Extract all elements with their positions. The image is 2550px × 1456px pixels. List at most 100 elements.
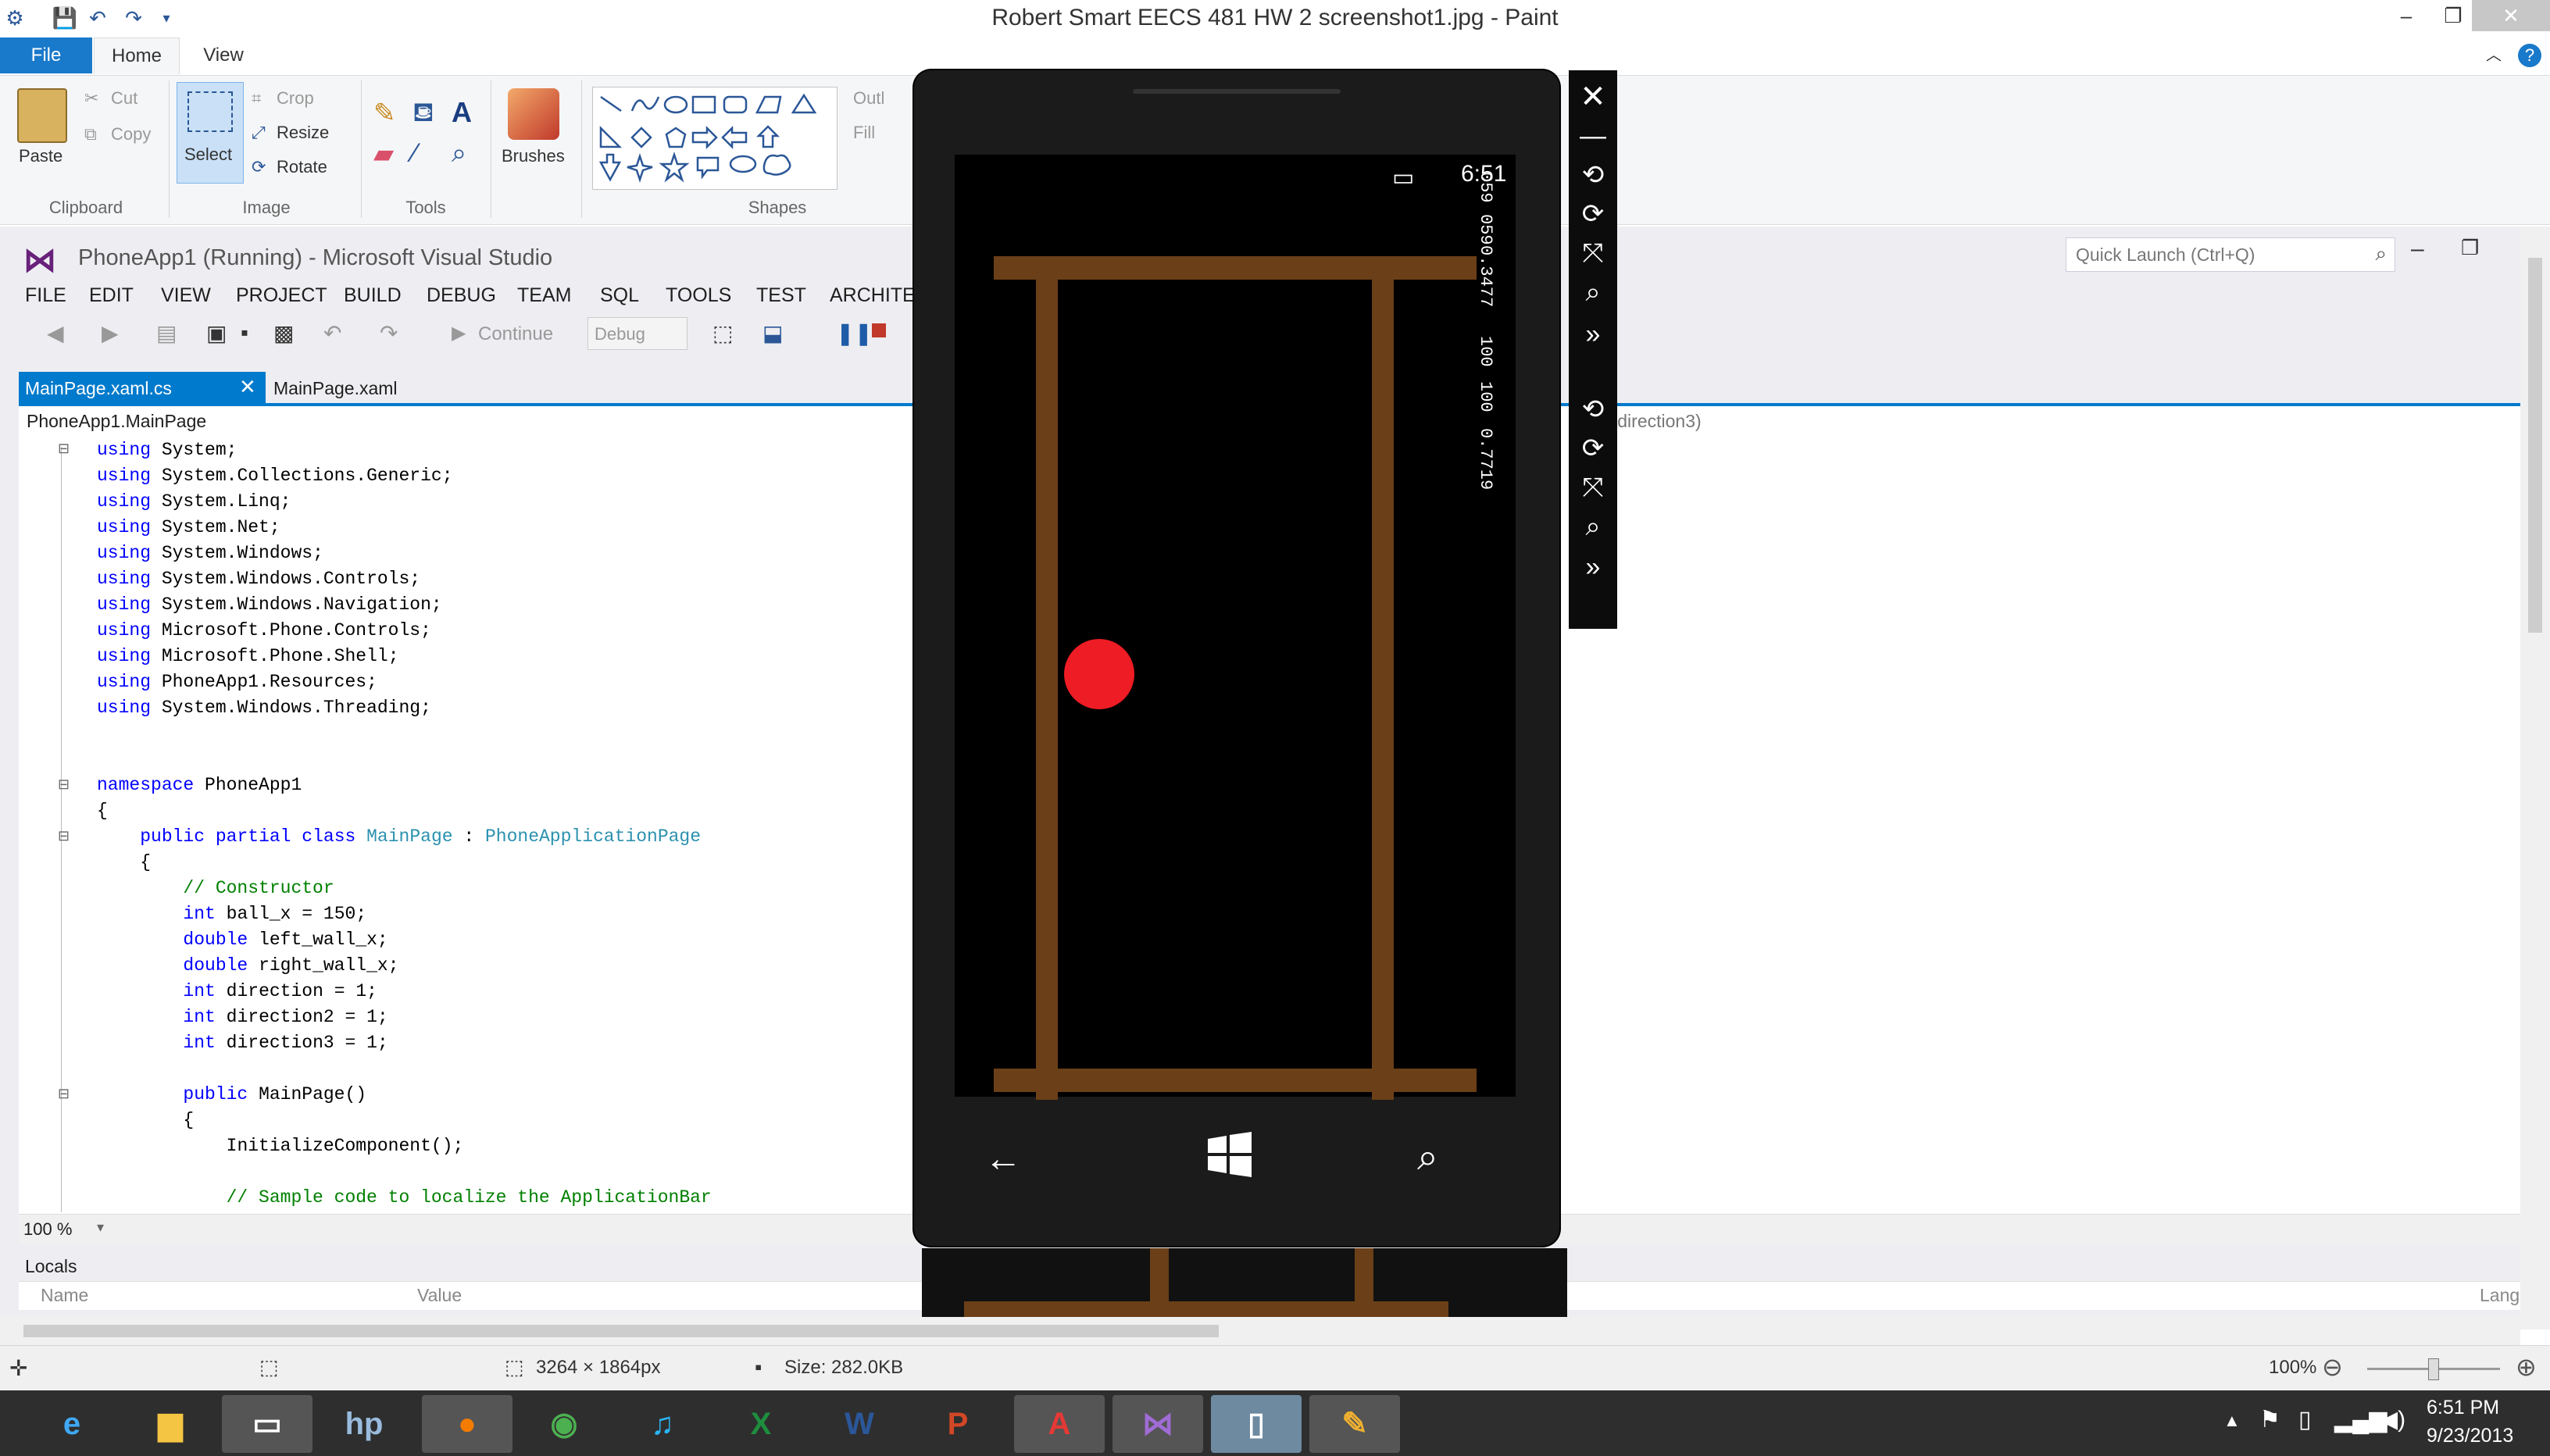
fit-to-screen-icon[interactable]: ⤧ <box>1569 469 1617 506</box>
firefox-icon[interactable]: ● <box>422 1395 512 1453</box>
menu-edit[interactable]: EDIT <box>89 284 134 307</box>
tab-view[interactable]: View <box>184 37 262 73</box>
menu-debug[interactable]: DEBUG <box>427 284 496 307</box>
vertical-scroll-thumb[interactable] <box>2528 258 2542 633</box>
paste-icon[interactable] <box>17 88 67 143</box>
eraser-icon[interactable]: ▰ <box>373 138 394 170</box>
code-line[interactable]: InitializeComponent(); <box>97 1133 464 1159</box>
zoom-slider-thumb[interactable] <box>2428 1358 2439 1380</box>
rotate-left-icon[interactable]: ⟲ <box>1569 156 1617 194</box>
zoom-in-button[interactable]: ⊕ <box>2516 1352 2537 1382</box>
continue-icon[interactable]: ▶ <box>452 322 466 344</box>
code-line[interactable]: using System; <box>97 437 237 463</box>
collapse-icon[interactable]: ⊟ <box>58 776 70 793</box>
close-icon[interactable]: ✕ <box>1569 78 1617 116</box>
pause-icon[interactable]: ❚❚ <box>836 320 873 346</box>
stop-icon[interactable] <box>872 323 886 337</box>
power-icon[interactable]: ▯ <box>2298 1406 2312 1433</box>
collapse-icon[interactable]: ⊟ <box>58 1086 70 1102</box>
rotate-left-icon[interactable]: ⟲ <box>1569 391 1617 428</box>
tab-file[interactable]: File <box>0 37 92 73</box>
shapes-gallery[interactable] <box>592 87 838 190</box>
taskbar-date[interactable]: 9/23/2013 <box>2427 1425 2513 1447</box>
code-line[interactable]: using System.Windows.Threading; <box>97 695 431 721</box>
minimize-ribbon-icon[interactable]: ︿ <box>2478 37 2509 73</box>
search-icon[interactable]: ⌕ <box>2375 241 2387 266</box>
zoom-slider[interactable] <box>2367 1358 2500 1380</box>
code-line[interactable]: using System.Windows; <box>97 541 323 566</box>
show-hidden-icons-icon[interactable]: ▲ <box>2223 1411 2241 1431</box>
crop-icon[interactable]: ⌗ <box>252 88 261 109</box>
code-line[interactable]: { <box>97 1108 194 1133</box>
crop-label[interactable]: Crop <box>277 88 314 109</box>
phone-screen[interactable]: ▭ 6:51 059 059 0.3477 100 100 0.7719 <box>955 155 1516 1100</box>
visual-studio-taskbar-icon[interactable]: ⋈ <box>1112 1395 1203 1453</box>
file-explorer-icon[interactable]: ▆ <box>125 1395 216 1453</box>
vs-restore-button[interactable]: ❐ <box>2461 236 2479 260</box>
code-line[interactable]: { <box>97 798 108 824</box>
help-icon[interactable]: ? <box>2514 37 2545 73</box>
code-line[interactable]: // Sample code to localize the Applicati… <box>97 1185 712 1211</box>
menu-team[interactable]: TEAM <box>517 284 571 307</box>
code-line[interactable]: public MainPage() <box>97 1082 366 1108</box>
menu-tools[interactable]: TOOLS <box>666 284 731 307</box>
code-line[interactable]: namespace PhoneApp1 <box>97 773 302 798</box>
code-line[interactable]: int direction2 = 1; <box>97 1005 388 1030</box>
editor-zoom[interactable]: 100 % <box>23 1219 72 1240</box>
brushes-label[interactable]: Brushes <box>502 146 565 166</box>
tab-mainpage-xaml[interactable]: MainPage.xaml <box>269 372 441 405</box>
copy-icon[interactable]: ⧉ <box>84 124 97 145</box>
code-line[interactable]: using System.Linq; <box>97 489 291 515</box>
forward-icon[interactable]: ▶ <box>102 320 119 346</box>
excel-icon[interactable]: X <box>716 1395 806 1453</box>
outline-label[interactable]: Outl <box>853 88 884 109</box>
minimize-icon[interactable]: — <box>1569 117 1617 155</box>
cut-icon[interactable]: ✂ <box>84 88 98 109</box>
chrome-icon[interactable]: ◉ <box>519 1395 609 1453</box>
additional-tools-icon[interactable]: » <box>1569 316 1617 353</box>
code-line[interactable]: int ball_x = 150; <box>97 901 366 927</box>
horizontal-scroll-thumb[interactable] <box>23 1325 1219 1337</box>
text-icon[interactable]: A <box>452 96 472 129</box>
code-line[interactable]: using System.Net; <box>97 515 280 541</box>
cut-label[interactable]: Cut <box>111 88 138 109</box>
menu-build[interactable]: BUILD <box>344 284 402 307</box>
code-line[interactable]: { <box>97 850 151 876</box>
adobe-reader-icon[interactable]: A <box>1014 1395 1105 1453</box>
fill-bucket-icon[interactable]: ⛾ <box>412 98 434 132</box>
locals-col-name[interactable]: Name <box>41 1285 88 1306</box>
close-button[interactable]: ✕ <box>2472 0 2550 31</box>
phone-emulator-taskbar-icon[interactable]: ▯ <box>1211 1395 1302 1453</box>
code-line[interactable]: double right_wall_x; <box>97 953 398 979</box>
attach-icon[interactable]: ⬚ <box>712 320 733 346</box>
open-file-icon[interactable]: ▣ <box>206 320 227 346</box>
powerpoint-icon[interactable]: P <box>912 1395 1003 1453</box>
zoom-out-button[interactable]: ⊖ <box>2322 1352 2343 1382</box>
volume-icon[interactable]: ◀) <box>2380 1406 2405 1433</box>
undo-icon[interactable]: ↶ <box>323 320 341 346</box>
brushes-icon[interactable] <box>508 88 559 140</box>
tab-mainpage-xaml-cs[interactable]: MainPage.xaml.cs ✕ <box>19 372 266 405</box>
back-icon[interactable]: ◀ <box>47 320 64 346</box>
pencil-icon[interactable]: ✎ <box>373 98 396 129</box>
code-line[interactable]: int direction3 = 1; <box>97 1030 388 1056</box>
fill-label[interactable]: Fill <box>853 123 875 143</box>
code-line[interactable]: double left_wall_x; <box>97 927 388 953</box>
action-center-icon[interactable]: ⚑ <box>2259 1406 2280 1433</box>
paste-label[interactable]: Paste <box>19 146 62 166</box>
color-picker-icon[interactable]: ⁄ <box>412 138 417 169</box>
horizontal-scrollbar[interactable] <box>0 1317 2520 1345</box>
code-line[interactable]: using Microsoft.Phone.Controls; <box>97 618 431 644</box>
magnifier-icon[interactable]: ⌕ <box>452 138 466 169</box>
menu-test[interactable]: TEST <box>756 284 806 307</box>
menu-file[interactable]: FILE <box>25 284 66 307</box>
vertical-scrollbar[interactable] <box>2520 227 2550 1329</box>
save-file-icon[interactable]: ▪ <box>241 320 248 345</box>
phone-windows-icon[interactable] <box>1206 1131 1253 1178</box>
remote-desktop-icon[interactable]: ▭ <box>222 1395 312 1453</box>
quick-launch-box[interactable]: Quick Launch (Ctrl+Q) ⌕ <box>2066 237 2395 272</box>
additional-tools-icon[interactable]: » <box>1569 548 1617 586</box>
rotate-label[interactable]: Rotate <box>277 157 327 177</box>
code-line[interactable]: using System.Windows.Controls; <box>97 566 420 592</box>
phone-search-icon[interactable]: ⌕ <box>1417 1136 1438 1179</box>
